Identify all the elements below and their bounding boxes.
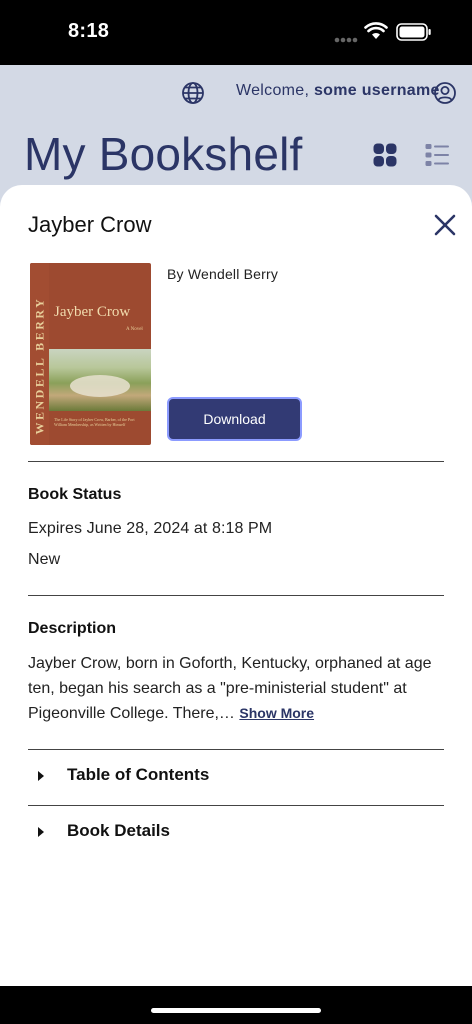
battery-icon [396,23,432,46]
welcome-text: Welcome, some username [236,82,440,100]
welcome-prefix: Welcome, [236,82,314,99]
book-cover-image: WENDELL BERRY Jayber Crow A Novel The Li… [30,263,151,445]
page-title: My Bookshelf [24,128,303,180]
globe-icon[interactable] [181,81,205,110]
status-bar: 8:18 [0,0,472,65]
expiry-text: Expires June 28, 2024 at 8:18 PM [28,520,273,537]
disclosure-label: Table of Contents [67,765,210,784]
cover-title: Jayber Crow [54,304,131,320]
cover-subtitle: A Novel [126,327,143,332]
close-icon[interactable] [430,210,460,240]
disclosure-label: Book Details [67,821,170,840]
show-more-link[interactable]: Show More [239,705,314,721]
book-details-disclosure[interactable]: Book Details [28,805,444,861]
description-body: Jayber Crow, born in Goforth, Kentucky, … [28,655,432,722]
home-indicator[interactable] [151,1008,321,1013]
description-heading: Description [28,620,117,637]
bottom-bar [0,986,472,1024]
description-text: Jayber Crow, born in Goforth, Kentucky, … [28,651,438,726]
divider [28,595,444,596]
disclosure-triangle-icon [38,827,44,837]
table-of-contents-disclosure[interactable]: Table of Contents [28,749,444,805]
list-view-icon[interactable] [425,143,449,172]
username: some username [313,82,440,99]
divider [28,461,444,462]
cover-blurb: The Life Story of Jayber Crow, Barber, o… [54,417,135,427]
cover-spine-text: WENDELL BERRY [32,296,47,435]
cover-river [70,375,130,397]
book-status-heading: Book Status [28,486,122,503]
book-state: New [28,551,61,568]
wifi-icon [364,22,388,45]
grid-view-icon[interactable] [373,143,397,172]
download-button[interactable]: Download [167,397,302,441]
book-detail-sheet: Jayber Crow WENDELL BERRY Jayber Crow A … [0,185,472,986]
status-time: 8:18 [68,20,110,42]
book-author: By Wendell Berry [167,266,279,282]
disclosure-triangle-icon [38,771,44,781]
book-title: Jayber Crow [28,212,152,237]
user-account-icon[interactable] [433,81,457,110]
signal-icon [334,30,358,48]
